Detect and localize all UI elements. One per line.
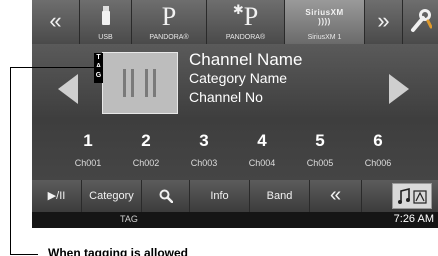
source-siriusxm-button[interactable]: SiriusXM)))) SiriusXM 1 xyxy=(285,0,365,44)
band-label: Band xyxy=(266,190,293,202)
search-button[interactable] xyxy=(142,180,190,212)
preset-button[interactable]: 3 Ch003 xyxy=(182,128,226,174)
bluetooth-pandora-icon: ✱P xyxy=(232,2,259,31)
source-label: SiriusXM 1 xyxy=(307,34,342,41)
head-unit-screen: « USB P PANDORA® ✱P PANDORA® SiriusXM)))… xyxy=(32,0,438,228)
callout-caption: When tagging is allowed xyxy=(48,246,189,256)
source-bt-pandora-button[interactable]: ✱P PANDORA® xyxy=(207,0,285,44)
source-scroll-left-button[interactable]: « xyxy=(32,0,80,44)
wrench-screwdriver-icon xyxy=(411,9,432,32)
control-bar: ▶/II Category Info Band « xyxy=(32,180,438,212)
callout-line xyxy=(10,67,11,255)
preset-number: 3 xyxy=(199,131,209,150)
preset-number: 1 xyxy=(83,131,93,150)
preset-channel: Ch001 xyxy=(74,158,102,168)
preset-number: 4 xyxy=(257,131,267,150)
siriusxm-icon: SiriusXM)))) xyxy=(305,8,344,26)
preset-row: 1 Ch001 2 Ch002 3 Ch003 4 Ch004 5 Ch005 6 Ch00… xyxy=(66,128,402,174)
preset-button[interactable]: 5 Ch005 xyxy=(298,128,342,174)
source-bar: « USB P PANDORA® ✱P PANDORA® SiriusXM)))… xyxy=(32,0,438,44)
search-icon xyxy=(159,189,173,203)
source-label: PANDORA® xyxy=(149,34,189,41)
preset-button[interactable]: 6 Ch006 xyxy=(356,128,400,174)
preset-channel: Ch002 xyxy=(132,158,160,168)
music-note-icon xyxy=(398,188,427,204)
band-button[interactable]: Band xyxy=(250,180,310,212)
channel-number: Channel No xyxy=(189,89,263,105)
previous-page-button[interactable]: « xyxy=(310,180,362,212)
usb-icon xyxy=(102,6,110,25)
channel-name: Channel Name xyxy=(189,50,303,69)
preset-button[interactable]: 1 Ch001 xyxy=(66,128,110,174)
clock: 7:26 AM xyxy=(393,213,434,225)
channel-art xyxy=(102,52,178,114)
double-chevron-left-icon: « xyxy=(49,8,62,33)
double-chevron-left-icon: « xyxy=(329,184,342,206)
callout-line xyxy=(10,67,102,68)
double-chevron-right-icon: » xyxy=(377,8,390,33)
tag-badge: TAG xyxy=(94,53,103,83)
source-label: USB xyxy=(98,34,113,41)
play-pause-label: ▶/II xyxy=(47,190,66,202)
status-tag-indicator: TAG xyxy=(120,214,138,224)
category-name: Category Name xyxy=(189,70,288,86)
category-label: Category xyxy=(89,190,134,202)
channel-info-area: TAG Channel Name Category Name Channel N… xyxy=(32,44,438,180)
preset-button[interactable]: 2 Ch002 xyxy=(124,128,168,174)
info-button[interactable]: Info xyxy=(190,180,250,212)
source-usb-button[interactable]: USB xyxy=(80,0,132,44)
channel-down-arrow[interactable] xyxy=(58,74,78,104)
play-pause-button[interactable]: ▶/II xyxy=(32,180,82,212)
preset-button[interactable]: 4 Ch004 xyxy=(240,128,284,174)
callout-line xyxy=(10,254,38,255)
audio-setup-button[interactable] xyxy=(392,183,432,209)
status-bar: TAG 7:26 AM xyxy=(32,212,438,228)
preset-number: 2 xyxy=(141,131,151,150)
preset-channel: Ch006 xyxy=(364,158,392,168)
preset-number: 5 xyxy=(315,131,325,150)
pandora-icon: P xyxy=(161,2,177,31)
channel-up-arrow[interactable] xyxy=(389,74,409,104)
info-label: Info xyxy=(210,190,229,202)
settings-button[interactable] xyxy=(403,0,438,44)
source-label: PANDORA® xyxy=(225,34,266,41)
category-button[interactable]: Category xyxy=(82,180,142,212)
preset-number: 6 xyxy=(373,131,383,150)
preset-channel: Ch004 xyxy=(248,158,276,168)
source-scroll-right-button[interactable]: » xyxy=(365,0,403,44)
preset-channel: Ch005 xyxy=(306,158,334,168)
preset-channel: Ch003 xyxy=(190,158,218,168)
source-pandora-button[interactable]: P PANDORA® xyxy=(132,0,207,44)
